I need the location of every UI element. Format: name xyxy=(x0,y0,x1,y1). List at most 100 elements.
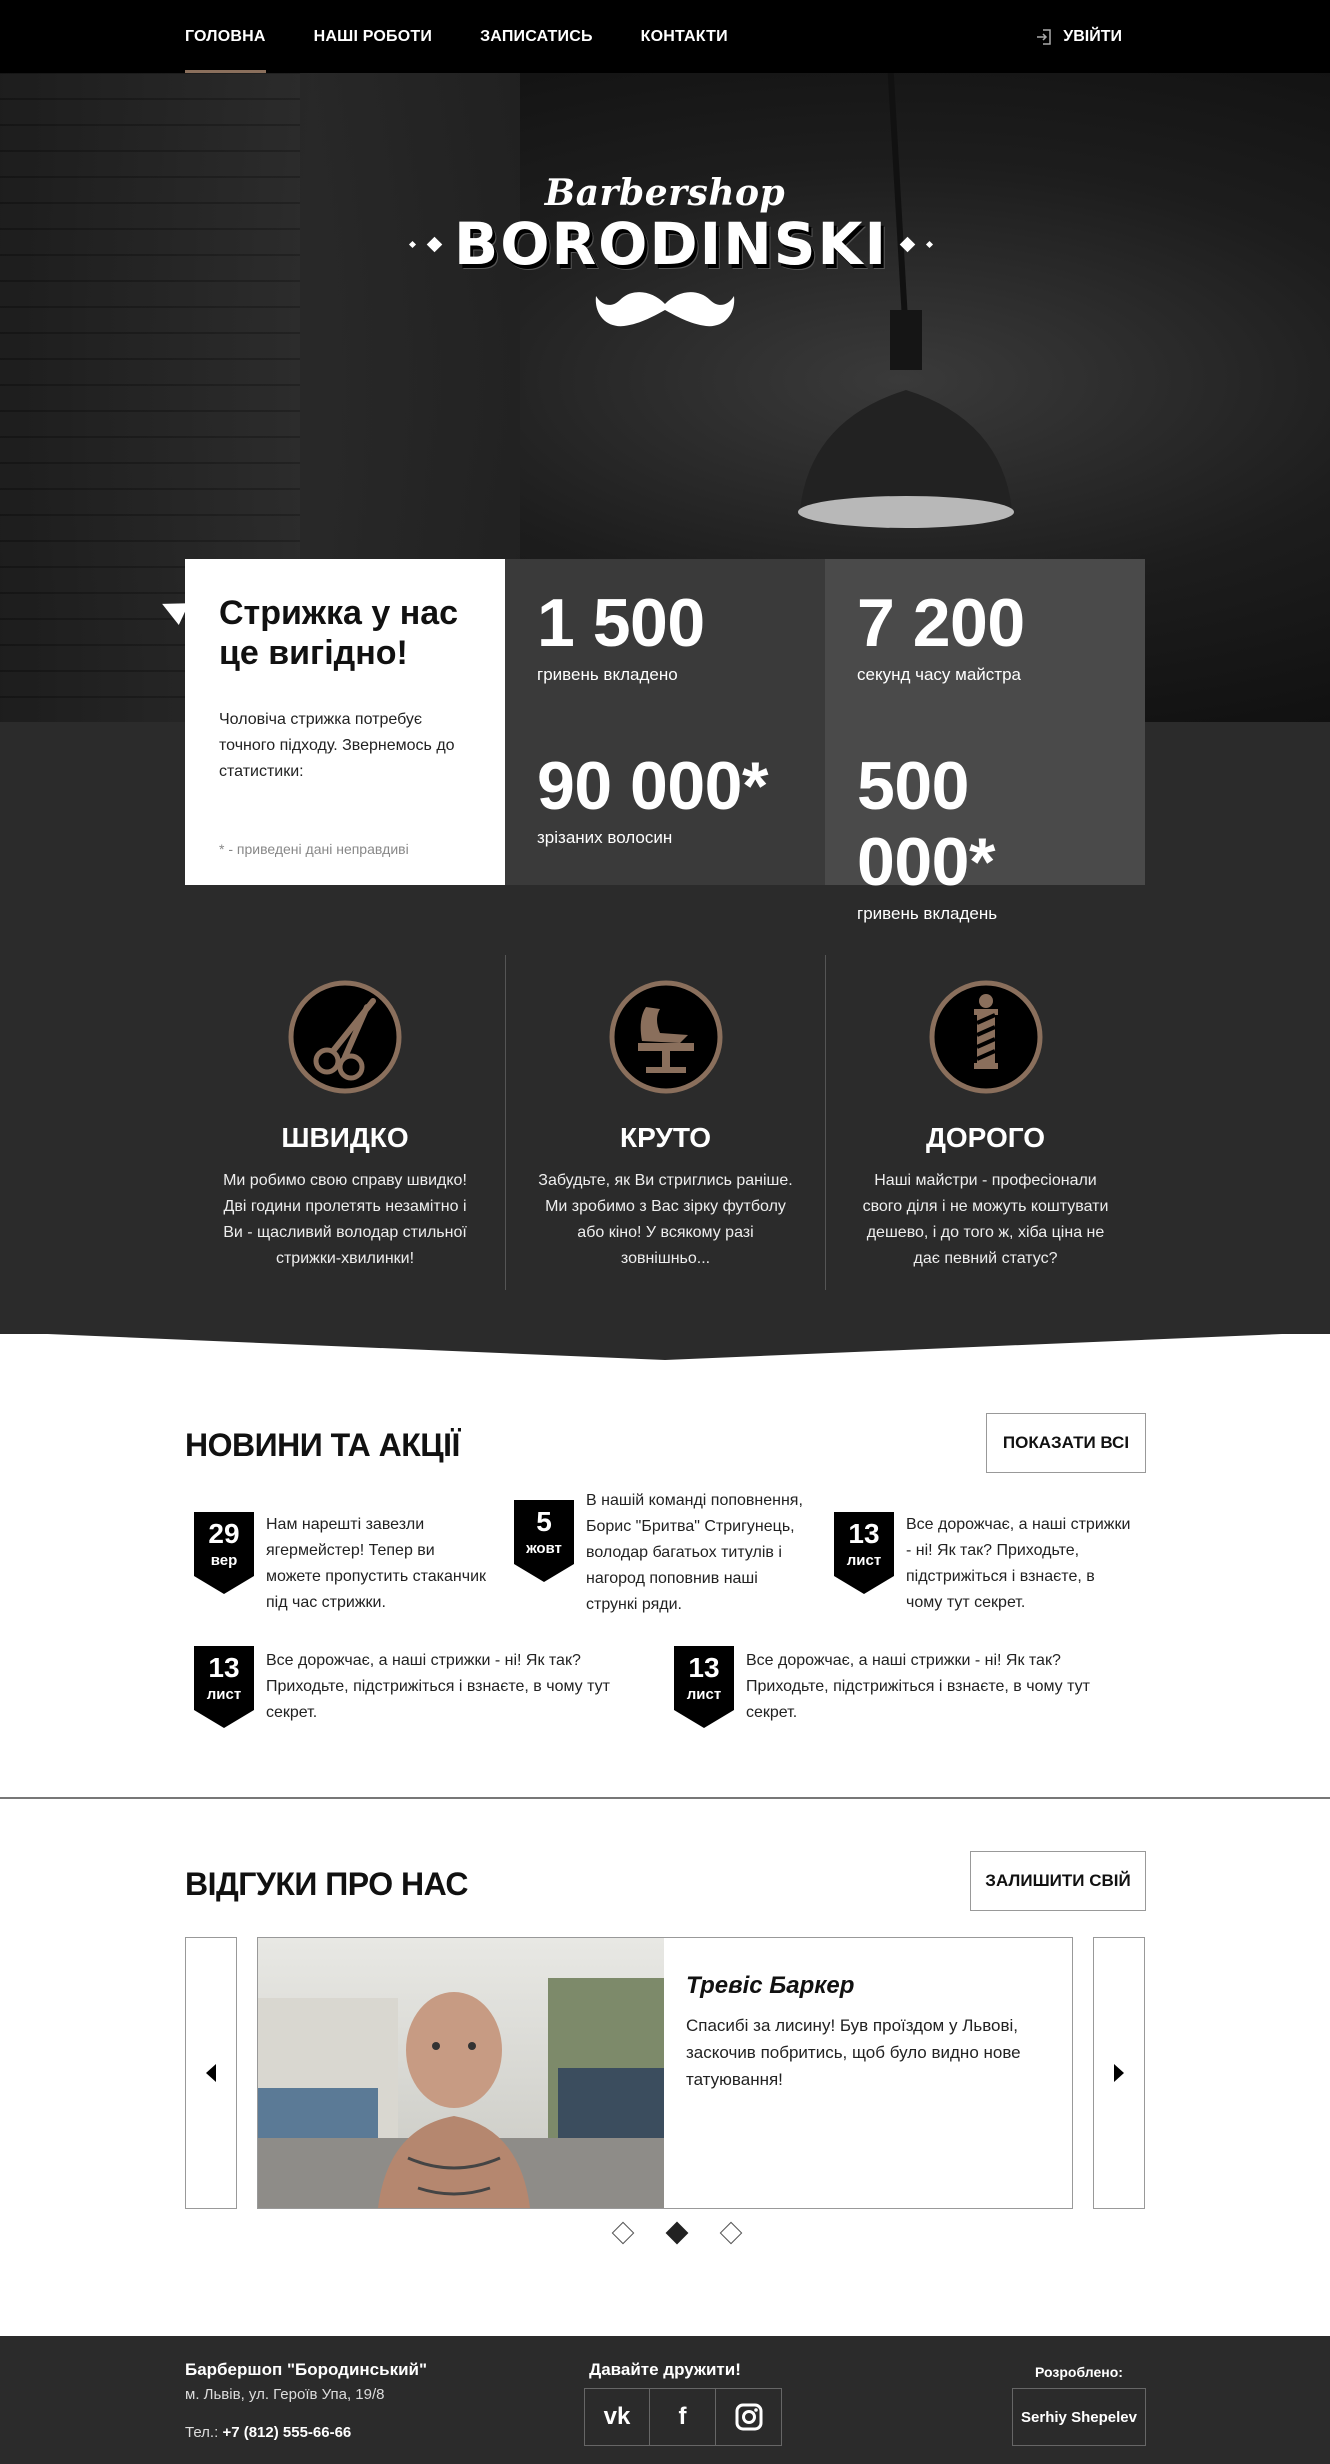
feature-text: Ми робимо свою справу швидко! Дві години… xyxy=(223,1172,467,1267)
section-chevron xyxy=(0,1330,1330,1360)
date-day: 13 xyxy=(208,1652,240,1683)
logo-main: BORODINSKI xyxy=(408,210,934,278)
arrow-right-icon xyxy=(1114,2064,1124,2082)
logo-diamond-right xyxy=(899,236,916,252)
nav-item-contacts[interactable]: КОНТАКТИ xyxy=(641,0,728,73)
feature-expensive: ДОРОГО Наші майстри - професіонали свого… xyxy=(825,955,1145,1290)
nav-item-signup[interactable]: ЗАПИСАТИСЬ xyxy=(480,0,593,73)
instagram-icon[interactable] xyxy=(716,2388,782,2446)
instagram-glyph xyxy=(735,2403,762,2431)
review-card: Трeвіс Баркер Спасибі за лисину! Був про… xyxy=(257,1937,1073,2209)
logo: Barbershop BORODINSKI xyxy=(408,172,934,341)
stat-label: секунд часу майстра xyxy=(857,665,1021,684)
news-text: Все дорожчає, а наші стрижки - ні! Як та… xyxy=(266,1652,610,1721)
nav-item-works[interactable]: НАШІ РОБОТИ xyxy=(314,0,432,73)
footer-phone-number[interactable]: +7 (812) 555-66-66 xyxy=(222,2424,351,2441)
stat-label: зрізаних волосин xyxy=(537,828,673,847)
logo-dot-right xyxy=(926,240,934,248)
feature-title: ШВИДКО xyxy=(281,1122,409,1153)
date-day: 13 xyxy=(848,1518,880,1549)
login-link[interactable]: УВІЙТИ xyxy=(1035,0,1122,73)
footer-company-name: Барбершоп "Бородинський" xyxy=(185,2360,428,2379)
stat-item: 90 000* зрізаних волосин xyxy=(505,722,825,885)
date-month: лист xyxy=(846,1552,882,1569)
stat-value: 500 000* xyxy=(857,748,995,900)
feature-title: ДОРОГО xyxy=(925,1122,1046,1153)
footer: Барбершоп "Бородинський" м. Львів, ул. Г… xyxy=(0,2336,1330,2464)
login-icon xyxy=(1037,28,1052,45)
date-month: лист xyxy=(686,1686,722,1703)
feature-text: Наші майстри - професіонали свого діля і… xyxy=(862,1172,1109,1267)
footer-address: м. Львів, ул. Героїв Упа, 19/8 xyxy=(185,2386,385,2403)
footer-phone: Тел.: +7 (812) 555-66-66 xyxy=(185,2424,351,2441)
feature-title: КРУТО xyxy=(620,1122,711,1153)
barber-pole-icon xyxy=(929,980,1042,1094)
leave-review-button[interactable]: ЗАЛИШИТИ СВІЙ xyxy=(970,1851,1146,1911)
stat-value: 90 000* xyxy=(537,748,768,824)
stat-label: гривень вкладень xyxy=(857,904,998,923)
stats-intro: Стрижка у нас це вигідно! Чоловіча стриж… xyxy=(185,559,505,885)
stat-value: 7 200 xyxy=(857,585,1025,661)
news-item[interactable]: 13 лист Все дорожчає, а наші стрижки - н… xyxy=(834,1500,1134,1616)
logo-dot-left xyxy=(408,240,417,248)
footer-phone-label: Тел.: xyxy=(185,2424,219,2441)
footer-dev-title: Розроблено: xyxy=(1035,2364,1123,2380)
scissors-icon xyxy=(288,980,402,1094)
stats-intro-note: * - приведені дані неправдиві xyxy=(219,841,409,857)
reviews-title: ВІДГУКИ ПРО НАС xyxy=(185,1866,469,1902)
footer-socials: vk f xyxy=(584,2388,782,2446)
nav-items: ГОЛОВНА НАШІ РОБОТИ ЗАПИСАТИСЬ КОНТАКТИ xyxy=(185,0,776,73)
news-text: Нам нарешті завезли ягермейстер! Тепер в… xyxy=(266,1516,487,1611)
news-text: В нашій команді поповнення, Борис "Бритв… xyxy=(586,1492,803,1613)
review-text: Спасибі за лисину! Був проїздом у Львові… xyxy=(686,2016,1021,2089)
news-item[interactable]: 13 лист Все дорожчає, а наші стрижки - н… xyxy=(674,1630,1134,1728)
date-month: лист xyxy=(206,1686,242,1703)
review-pagination xyxy=(596,2221,758,2245)
pagination-dot[interactable] xyxy=(611,2221,635,2245)
date-month: вер xyxy=(210,1552,238,1569)
stats-intro-text: Чоловіча стрижка потребує точного підход… xyxy=(219,711,455,780)
feature-fast: ШВИДКО Ми робимо свою справу швидко! Дві… xyxy=(185,955,505,1290)
date-day: 5 xyxy=(536,1506,552,1537)
logo-title: BORODINSKI xyxy=(454,210,889,278)
stat-item: 7 200 секунд часу майстра xyxy=(825,559,1145,722)
facebook-icon[interactable]: f xyxy=(650,2388,716,2446)
news-item[interactable]: 29 вер Нам нарешті завезли ягермейстер! … xyxy=(194,1500,494,1616)
logo-script: Barbershop xyxy=(544,172,786,214)
prev-review-button[interactable] xyxy=(185,1937,237,2209)
developer-link[interactable]: Serhiy Shepelev xyxy=(1012,2388,1146,2446)
news-text: Все дорожчає, а наші стрижки - ні! Як та… xyxy=(906,1516,1131,1611)
barber-chair-icon xyxy=(609,980,722,1094)
pagination-dot[interactable] xyxy=(719,2221,743,2245)
review-photo xyxy=(258,1938,664,2208)
reviewer-name: Трeвіс Баркер xyxy=(686,1972,855,1999)
news-text: Все дорожчає, а наші стрижки - ні! Як та… xyxy=(746,1652,1090,1721)
news-title: НОВИНИ ТА АКЦІЇ xyxy=(185,1427,460,1463)
date-badge: 13 лист xyxy=(674,1646,734,1728)
date-day: 13 xyxy=(688,1652,720,1683)
logo-diamond-left xyxy=(426,236,443,252)
date-day: 29 xyxy=(208,1518,240,1549)
mustache-icon xyxy=(595,292,735,327)
feature-text: Забудьте, як Ви стриглись раніше. Ми зро… xyxy=(538,1172,793,1267)
news-item[interactable]: 13 лист Все дорожчає, а наші стрижки - н… xyxy=(194,1630,654,1728)
next-review-button[interactable] xyxy=(1093,1937,1145,2209)
stats-intro-title: Стрижка у нас це вигідно! xyxy=(219,594,459,672)
stats-block: Стрижка у нас це вигідно! Чоловіча стриж… xyxy=(185,559,1145,923)
stat-item: 500 000* гривень вкладень xyxy=(825,722,1145,923)
vk-icon[interactable]: vk xyxy=(584,2388,650,2446)
footer-social-title: Давайте дружити! xyxy=(589,2360,741,2379)
features: ШВИДКО Ми робимо свою справу швидко! Дві… xyxy=(185,955,1145,1290)
date-badge: 13 лист xyxy=(194,1646,254,1728)
date-badge: 29 вер xyxy=(194,1512,254,1594)
arrow-left-icon xyxy=(206,2064,216,2082)
date-month: жовт xyxy=(526,1540,562,1557)
nav-item-home[interactable]: ГОЛОВНА xyxy=(185,0,266,73)
date-badge: 5 жовт xyxy=(514,1500,574,1582)
stat-value: 1 500 xyxy=(537,585,705,661)
show-all-button[interactable]: ПОКАЗАТИ ВСІ xyxy=(986,1413,1146,1473)
section-divider xyxy=(0,1797,1330,1799)
news-item[interactable]: 5 жовт В нашій команді поповнення, Борис… xyxy=(514,1488,814,1618)
pagination-dot-active[interactable] xyxy=(665,2221,689,2245)
feature-cool: КРУТО Забудьте, як Ви стриглись раніше. … xyxy=(505,955,825,1290)
